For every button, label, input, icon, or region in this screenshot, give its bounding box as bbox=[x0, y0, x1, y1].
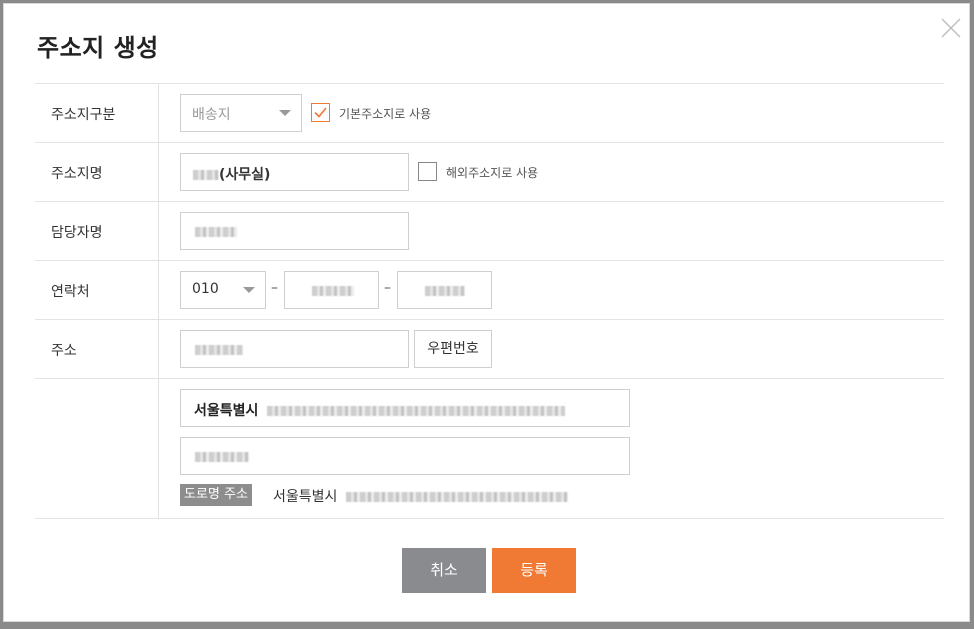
default-address-label: 기본주소지로 사용 bbox=[339, 107, 432, 121]
phone-dash: – bbox=[271, 280, 278, 296]
road-address-badge: 도로명 주소 bbox=[180, 484, 252, 506]
manager-name-label: 담당자명 bbox=[51, 225, 103, 241]
redacted-text bbox=[193, 170, 219, 180]
chevron-down-icon bbox=[243, 287, 255, 293]
row-address-detail: 서울특별시 도로명 주소 서울특별시 bbox=[35, 379, 944, 519]
road-address-prefix: 서울특별시 bbox=[273, 489, 338, 505]
row-address-name: 주소지명 (사무실) 해외주소지로 사용 bbox=[35, 143, 944, 202]
phone-last-input[interactable] bbox=[397, 271, 492, 309]
address-name-suffix: (사무실) bbox=[219, 167, 271, 183]
manager-name-input[interactable] bbox=[180, 212, 409, 250]
address-type-value: 배송지 bbox=[192, 107, 231, 123]
redacted-text bbox=[267, 406, 566, 416]
postal-code-input[interactable] bbox=[180, 330, 409, 368]
phone-prefix-value: 010 bbox=[192, 281, 219, 297]
address-label: 주소 bbox=[51, 343, 77, 359]
chevron-down-icon bbox=[279, 110, 291, 116]
redacted-text bbox=[312, 286, 354, 296]
address-name-label: 주소지명 bbox=[51, 166, 103, 182]
row-manager-name: 담당자명 bbox=[35, 202, 944, 261]
overseas-address-label: 해외주소지로 사용 bbox=[446, 166, 539, 180]
address-type-label: 주소지구분 bbox=[51, 107, 116, 123]
phone-prefix-select[interactable]: 010 bbox=[180, 271, 266, 309]
address-form: 주소지구분 배송지 기본주소지로 사용 주소지명 (사무실) 해외주소지로 사용… bbox=[35, 83, 944, 519]
address-create-dialog: 주소지 생성 주소지구분 배송지 기본주소지로 사용 주소지명 (사무실) 해외… bbox=[3, 3, 970, 622]
dialog-title: 주소지 생성 bbox=[37, 34, 159, 62]
address-type-select[interactable]: 배송지 bbox=[180, 94, 302, 132]
phone-middle-input[interactable] bbox=[284, 271, 379, 309]
contact-label: 연락처 bbox=[51, 284, 90, 300]
phone-dash: – bbox=[384, 280, 391, 296]
checkmark-icon bbox=[314, 107, 327, 118]
cancel-button[interactable]: 취소 bbox=[402, 548, 486, 593]
address-line1-prefix: 서울특별시 bbox=[194, 403, 259, 419]
redacted-text bbox=[195, 452, 249, 462]
overseas-address-checkbox[interactable] bbox=[418, 162, 437, 181]
redacted-text bbox=[195, 345, 243, 355]
postal-code-button[interactable]: 우편번호 bbox=[414, 330, 492, 368]
row-address-type: 주소지구분 배송지 기본주소지로 사용 bbox=[35, 84, 944, 143]
address-line2-input[interactable] bbox=[180, 437, 630, 475]
default-address-checkbox[interactable] bbox=[311, 103, 330, 122]
row-address: 주소 우편번호 bbox=[35, 320, 944, 518]
submit-button[interactable]: 등록 bbox=[492, 548, 576, 593]
row-contact: 연락처 010 – – bbox=[35, 261, 944, 320]
close-icon[interactable] bbox=[941, 18, 961, 38]
redacted-text bbox=[345, 492, 568, 502]
redacted-text bbox=[195, 227, 237, 237]
redacted-text bbox=[425, 286, 465, 296]
address-line1-input[interactable]: 서울특별시 bbox=[180, 389, 630, 427]
address-name-input[interactable]: (사무실) bbox=[180, 153, 409, 191]
